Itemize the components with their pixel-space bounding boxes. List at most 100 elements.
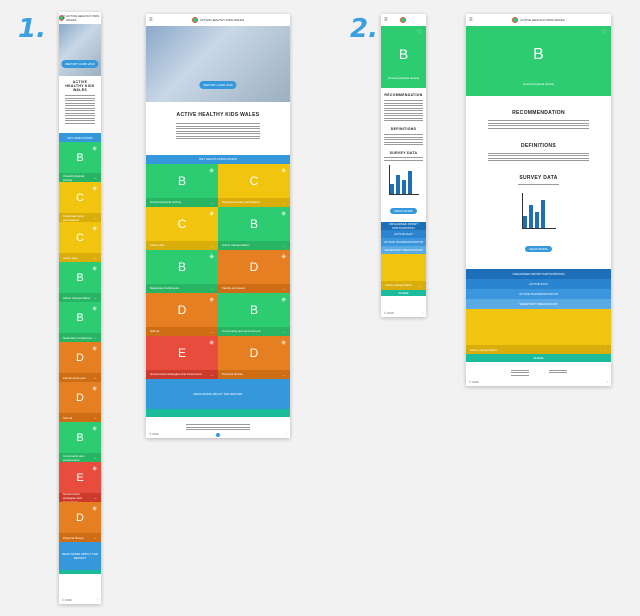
tile-6[interactable]: ◈ D School →	[59, 382, 101, 422]
tile-7[interactable]: ◈ B Community and environment →	[59, 422, 101, 462]
indicator-icon: ◈	[281, 296, 286, 303]
back-to-top-icon[interactable]: ↑	[422, 311, 424, 315]
nav-item-0[interactable]: ORGANISED SPORT PARTICIPATION	[466, 269, 611, 279]
tile-grade: C	[249, 174, 259, 188]
tile-caption: Sedentary behaviours →	[59, 333, 101, 342]
next-tile[interactable]: Active transportation →	[381, 253, 426, 290]
hero-image: REPORT CARD 2016	[59, 24, 101, 76]
menu-icon[interactable]: ≡	[149, 17, 153, 23]
tile-0[interactable]: ◈ B Overall physical activity →	[59, 142, 101, 182]
footer-left: © 2016	[469, 380, 479, 384]
share-bar	[59, 570, 101, 574]
indicator-icon: ◈	[281, 253, 286, 260]
hero-button[interactable]: REPORT CARD 2016	[61, 60, 99, 68]
tile-label: Community and environment	[63, 453, 85, 462]
intro-text	[176, 123, 260, 139]
tile-grade: C	[76, 192, 84, 204]
tile-label: Physical fitness	[222, 372, 243, 376]
menu-icon[interactable]: ≡	[469, 17, 473, 23]
next-tile[interactable]: Active transportation →	[466, 309, 611, 354]
survey-button[interactable]: READ MORE	[390, 207, 417, 214]
download-bar[interactable]: READ MORE ABOUT THE REPORT	[146, 378, 290, 409]
tile-label: Active transportation	[222, 243, 250, 247]
tile-9[interactable]: ◈ D Physical fitness →	[59, 502, 101, 542]
logo-text: ACTIVE HEALTHY KIDS WALES	[66, 14, 100, 22]
arrow-icon: →	[93, 215, 97, 220]
tile-7[interactable]: ◈ B Community and environment →	[218, 292, 290, 336]
page-title: ACTIVE HEALTHY KIDS WALES	[65, 80, 95, 92]
tile-grade: B	[249, 217, 258, 231]
survey-bar-2	[401, 180, 406, 194]
content: RECOMMENDATION DEFINITIONS SURVEY DATA R…	[466, 96, 611, 269]
logo-icon	[191, 17, 198, 23]
tile-5[interactable]: ◈ D Family and peers →	[218, 249, 290, 293]
mobile-detail-frame: ≡ ♡ B Overall physical activity RECOMMEN…	[381, 14, 426, 317]
tile-1[interactable]: ◈ C Organised sport participation →	[218, 163, 290, 207]
survey-text	[384, 157, 423, 161]
tile-8[interactable]: ◈EGovernment strategies and investment→	[59, 462, 101, 504]
nav-item-2[interactable]: ACTIVE TRANSPORTATION	[381, 237, 426, 246]
tile-3[interactable]: ◈ B Active transportation →	[59, 262, 101, 302]
tile-2[interactable]: ◈ C Active play →	[146, 206, 218, 250]
tile-grade: C	[177, 217, 187, 231]
tile-4[interactable]: ◈ B Sedentary behaviours →	[59, 302, 101, 342]
tile-2[interactable]: ◈ C Active play →	[59, 222, 101, 262]
header: ≡ ACTIVE HEALTHY KIDS WALES	[59, 12, 101, 24]
nav-item-0[interactable]: ORGANISED SPORT PARTICIPATION	[381, 221, 426, 230]
definitions-text	[488, 152, 589, 161]
tile-0[interactable]: ◈ B Overall physical activity →	[146, 163, 218, 207]
logo-text: ACTIVE HEALTHY KIDS WALES	[199, 18, 245, 22]
share-bar[interactable]: SHARE	[381, 289, 426, 296]
nav-item-3[interactable]: SEDENTARY BEHAVIOURS	[466, 299, 611, 309]
indicators-bar[interactable]: KEY INDICATORS	[59, 133, 101, 142]
tile-caption: Active play →	[59, 253, 101, 262]
definitions-heading: DEFINITIONS	[521, 142, 556, 149]
indicator-icon: ◈	[92, 506, 97, 512]
tile-label: Active transportation	[63, 295, 91, 300]
header: ≡	[381, 14, 426, 26]
menu-icon[interactable]: ≡	[62, 15, 66, 21]
header: ≡ ACTIVE HEALTHY KIDS WALES	[466, 14, 611, 26]
heart-icon: ♡	[601, 30, 607, 36]
step-2-label: 2.	[350, 14, 378, 44]
footer: © 2016 ↑	[146, 430, 290, 438]
nav-item-1[interactable]: ACTIVE PLAY	[381, 229, 426, 238]
nav-item-3[interactable]: SEDENTARY BEHAVIOURS	[381, 245, 426, 254]
share-bar[interactable]: SHARE	[466, 354, 611, 362]
download-bar[interactable]: READ MORE ABOUT THE REPORT	[59, 542, 101, 570]
tile-caption: Overall physical activity →	[146, 197, 218, 207]
tile-caption: Active transportation →	[218, 240, 290, 250]
footer-left: © 2016	[62, 598, 72, 602]
nav-item-1[interactable]: ACTIVE PLAY	[466, 279, 611, 289]
footer: © 2016 ↑	[381, 309, 426, 317]
back-to-top-icon[interactable]: ↑	[97, 598, 99, 602]
survey-text	[518, 184, 559, 185]
tile-1[interactable]: ◈ C Organised sport participation →	[59, 182, 101, 222]
indicator-icon: ◈	[209, 339, 214, 346]
indicators-bar[interactable]: KEY HEALTH INDICATORS	[146, 154, 290, 164]
menu-icon[interactable]: ≡	[384, 17, 388, 23]
nav-item-2[interactable]: ACTIVE TRANSPORTATION	[466, 289, 611, 299]
tile-label: Active play	[63, 255, 78, 260]
tablet-home-frame: ≡ ACTIVE HEALTHY KIDS WALES REPORT CARD …	[146, 14, 290, 438]
tile-4[interactable]: ◈ B Sedentary behaviours →	[146, 249, 218, 293]
share-bar	[146, 408, 290, 417]
tile-5[interactable]: ◈ D Family and peers →	[59, 342, 101, 382]
tile-8[interactable]: ◈EGovernment strategies and investment→	[146, 335, 218, 379]
tile-3[interactable]: ◈ B Active transportation →	[218, 206, 290, 250]
arrow-icon: →	[93, 175, 97, 180]
tile-caption: Community and environment →	[59, 453, 101, 462]
survey-button[interactable]: READ MORE	[525, 246, 552, 252]
indicator-icon: ◈	[92, 466, 97, 472]
arrow-icon: →	[93, 375, 97, 380]
tile-6[interactable]: ◈ D School →	[146, 292, 218, 336]
tile-grade: D	[76, 512, 84, 524]
definitions-text	[384, 134, 423, 145]
tile-9[interactable]: ◈ D Physical fitness →	[218, 335, 290, 379]
hero-button[interactable]: REPORT CARD 2016	[199, 81, 237, 89]
back-to-top-icon[interactable]: ↑	[286, 432, 288, 436]
arrow-icon: →	[93, 455, 97, 460]
back-to-top-icon[interactable]: ↑	[607, 380, 609, 384]
tile-grade: E	[177, 346, 186, 360]
tile-grade: B	[177, 174, 186, 188]
